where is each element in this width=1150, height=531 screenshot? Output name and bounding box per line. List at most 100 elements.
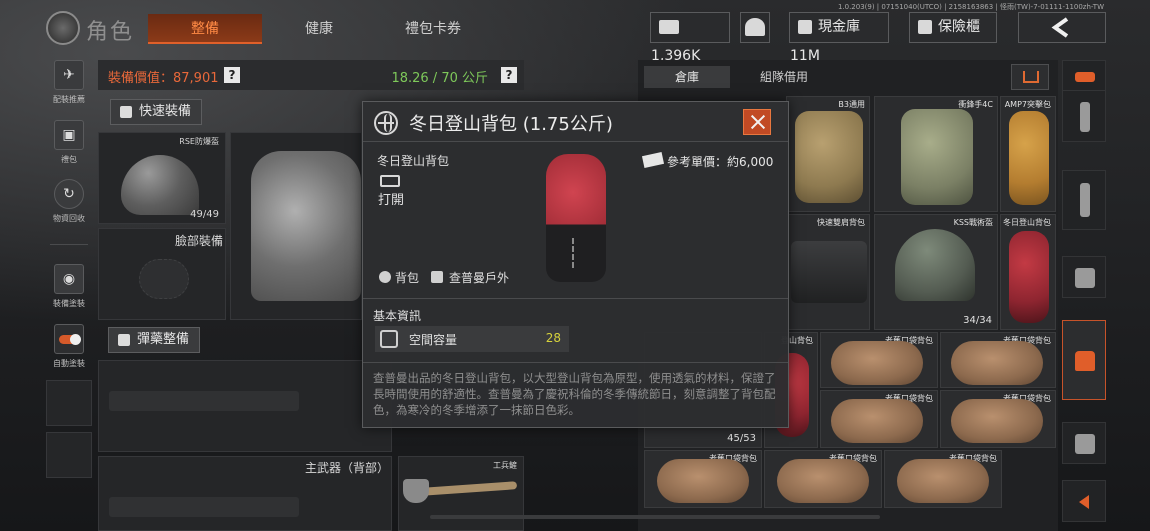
trader-icon [745, 18, 765, 36]
storage-item[interactable]: 老舊口袋背包 [884, 450, 1002, 508]
backpack-image [831, 399, 923, 443]
item-label: AMP7突擊包 [1004, 100, 1051, 109]
rail-magazine-button[interactable] [1062, 170, 1106, 230]
popup-divider [363, 298, 788, 299]
paint-icon: ◉ [54, 264, 84, 294]
sidebar-item-loadout[interactable]: ✈ 配裝推薦 [44, 60, 94, 105]
ammo-icon [118, 334, 130, 346]
rail-gear-button[interactable] [1062, 320, 1106, 400]
back-button[interactable] [1018, 12, 1106, 43]
tab-gift-vouchers[interactable]: 禮包卡券 [376, 14, 490, 44]
toggle-icon [59, 334, 81, 345]
storage-item[interactable]: 老舊口袋背包 [940, 332, 1056, 388]
ammo-icon [1080, 102, 1090, 132]
rail-box-button[interactable] [1062, 422, 1106, 464]
rifle-placeholder-icon [109, 497, 299, 517]
sidebar-empty-slot [46, 432, 92, 478]
backpack-image [657, 459, 749, 503]
storage-item[interactable]: 老舊口袋背包 [820, 332, 938, 388]
item-description: 查普曼出品的冬日登山背包，以大型登山背包為原型，使用透氣的材料，保證了長時間使用… [373, 371, 776, 417]
brand-icon [431, 271, 443, 283]
backpack-image [1009, 231, 1049, 323]
scrollbar[interactable] [430, 515, 880, 519]
storage-item[interactable]: AMP7突擊包 [1000, 96, 1056, 212]
section-basic-info: 基本資訊 [373, 309, 422, 323]
close-button[interactable] [743, 109, 771, 135]
item-count: 34/34 [963, 315, 992, 326]
price-icon [641, 152, 665, 168]
sidebar-item-label: 自動塗裝 [53, 359, 85, 368]
top-bar: 角色 整備 健康 禮包卡券 1.0.203(9) | 07151040(UTCO… [0, 0, 1150, 64]
cash-vault-button[interactable]: 現金庫 11M [789, 12, 889, 64]
primary-back-label: 主武器（背部） [305, 461, 390, 475]
helmet-slot[interactable]: RSE防爆盔 49/49 [98, 132, 226, 224]
weight-help-icon[interactable]: ? [501, 67, 517, 83]
storage-item[interactable]: 老舊口袋背包 [764, 450, 882, 508]
auto-paint-toggle[interactable] [54, 324, 84, 354]
melee-name: 工兵鏟 [493, 461, 517, 470]
item-name: 冬日登山背包 [377, 154, 450, 168]
backpack-image [777, 459, 869, 503]
sidebar-item-label: 物資回收 [53, 214, 85, 223]
sidebar-item-label: 禮包 [61, 155, 77, 164]
primary-weapon-slot[interactable] [98, 360, 392, 452]
helmet-durability: 49/49 [190, 209, 219, 220]
backpack-image [831, 341, 923, 385]
storage-item[interactable]: KSS戰術盔 34/34 [874, 214, 998, 330]
rail-medical-button[interactable] [1062, 256, 1106, 298]
storage-item[interactable]: 老舊口袋背包 [644, 450, 762, 508]
storage-item[interactable]: 老舊口袋背包 [820, 390, 938, 448]
character-logo-icon [46, 11, 80, 45]
backpack-image [546, 154, 606, 282]
safe-button[interactable]: 保險櫃 [909, 12, 997, 43]
magazine-icon [1080, 183, 1090, 217]
sidebar-item-recycle[interactable]: ↻ 物資回收 [44, 179, 94, 224]
weight-value: 18.26 / 70 公斤 [391, 71, 488, 86]
backpack-image [897, 459, 989, 503]
storage-item[interactable]: 快速雙肩背包 [786, 214, 870, 330]
sidebar-item-paint[interactable]: ◉ 裝備塗裝 [44, 264, 94, 309]
popup-header: 冬日登山背包 (1.75公斤) [363, 102, 788, 142]
page-title: 角色 [86, 20, 135, 45]
tab-equip[interactable]: 整備 [148, 14, 262, 44]
cash-icon [659, 20, 679, 34]
tag-brand: 查普曼戶外 [449, 271, 510, 285]
helmet-name: RSE防爆盔 [179, 137, 219, 146]
backpack-image [901, 109, 973, 205]
storage-item[interactable]: B3通用 [786, 96, 870, 212]
open-button[interactable]: 打開 [378, 189, 404, 208]
face-slot[interactable]: 臉部裝備 [98, 228, 226, 320]
armor-slot[interactable] [230, 132, 362, 320]
open-box-icon[interactable] [380, 175, 400, 187]
sidebar-divider [50, 244, 88, 245]
medkit-icon [1075, 268, 1095, 288]
cash-display[interactable]: 1,396K [650, 12, 730, 64]
tab-health[interactable]: 健康 [262, 14, 376, 44]
reference-price: 參考單價：約6,000 [667, 155, 774, 169]
item-label: 冬日登山背包 [1003, 218, 1051, 227]
rail-ammo-button[interactable] [1062, 90, 1106, 142]
sidebar-item-auto-paint[interactable]: 自動塗裝 [44, 324, 94, 369]
melee-slot[interactable]: 工兵鏟 [398, 456, 524, 531]
tab-warehouse[interactable]: 倉庫 [644, 66, 730, 88]
value-help-icon[interactable]: ? [224, 67, 240, 83]
sidebar-item-gift[interactable]: ▣ 禮包 [44, 120, 94, 165]
safe-label: 保險櫃 [938, 19, 980, 35]
value-bar: 裝備價值：87,901 ? 18.26 / 70 公斤 ? [98, 60, 524, 90]
ammo-setup-button[interactable]: 彈藥整備 [108, 327, 200, 353]
storage-item[interactable]: 冬日登山背包 [1000, 214, 1056, 330]
helmet-image [121, 155, 199, 215]
sidebar-item-label: 裝備塗裝 [53, 299, 85, 308]
quick-equip-button[interactable]: 快速裝備 [110, 99, 202, 125]
backpack-image [951, 399, 1043, 443]
primary-back-slot[interactable]: 主武器（背部） [98, 456, 392, 531]
safe-icon [918, 20, 932, 34]
sort-button[interactable] [1011, 64, 1049, 90]
rail-collapse-button[interactable] [1062, 480, 1106, 522]
item-label: KSS戰術盔 [953, 218, 993, 227]
storage-item[interactable]: 衝鋒手4C [874, 96, 998, 212]
storage-item[interactable]: 老舊口袋背包 [940, 390, 1056, 448]
backpack-tag-icon [379, 271, 391, 283]
tab-team-borrow[interactable]: 組隊借用 [734, 66, 834, 88]
trader-button[interactable] [740, 12, 770, 43]
